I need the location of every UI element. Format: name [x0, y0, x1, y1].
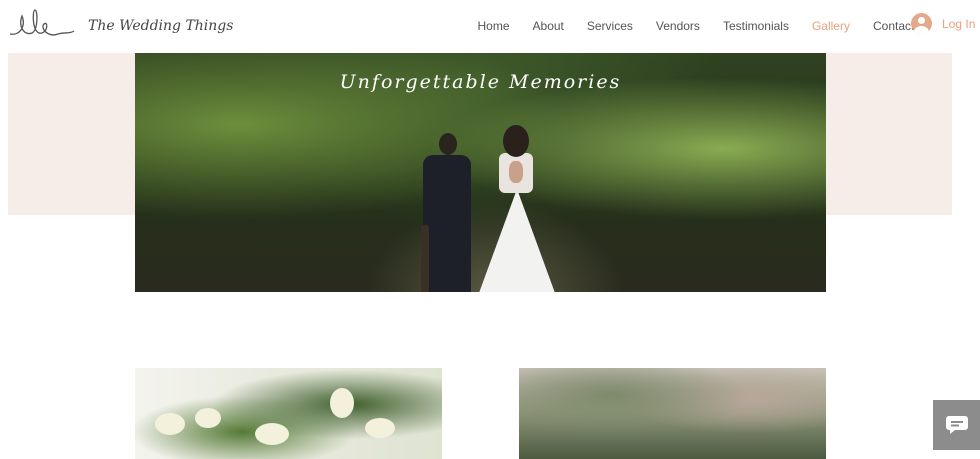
nav-gallery[interactable]: Gallery [812, 19, 850, 33]
gallery-thumbnail-trees[interactable] [519, 368, 826, 459]
brand-name[interactable]: The Wedding Things [88, 18, 233, 34]
nav-services[interactable]: Services [587, 19, 633, 33]
login-button[interactable]: Log In [911, 13, 975, 34]
hero-image: Unforgettable Memories [135, 53, 826, 292]
user-avatar-icon [911, 13, 932, 34]
login-label: Log In [942, 16, 976, 31]
hero-title: Unforgettable Memories [339, 71, 622, 93]
logo-icon[interactable] [8, 6, 78, 40]
chat-button[interactable] [933, 400, 980, 450]
nav-contact[interactable]: Contact [873, 19, 914, 33]
nav-testimonials[interactable]: Testimonials [723, 19, 789, 33]
site-header: The Wedding Things Home About Services V… [0, 0, 980, 53]
main-nav: Home About Services Vendors Testimonials… [466, 19, 926, 33]
bride-figure [475, 125, 565, 292]
umbrella [421, 225, 429, 292]
chat-bubble-icon [946, 416, 968, 434]
nav-vendors[interactable]: Vendors [656, 19, 700, 33]
nav-home[interactable]: Home [478, 19, 510, 33]
gallery-thumbnail-flowers[interactable] [135, 368, 442, 459]
nav-about[interactable]: About [533, 19, 564, 33]
